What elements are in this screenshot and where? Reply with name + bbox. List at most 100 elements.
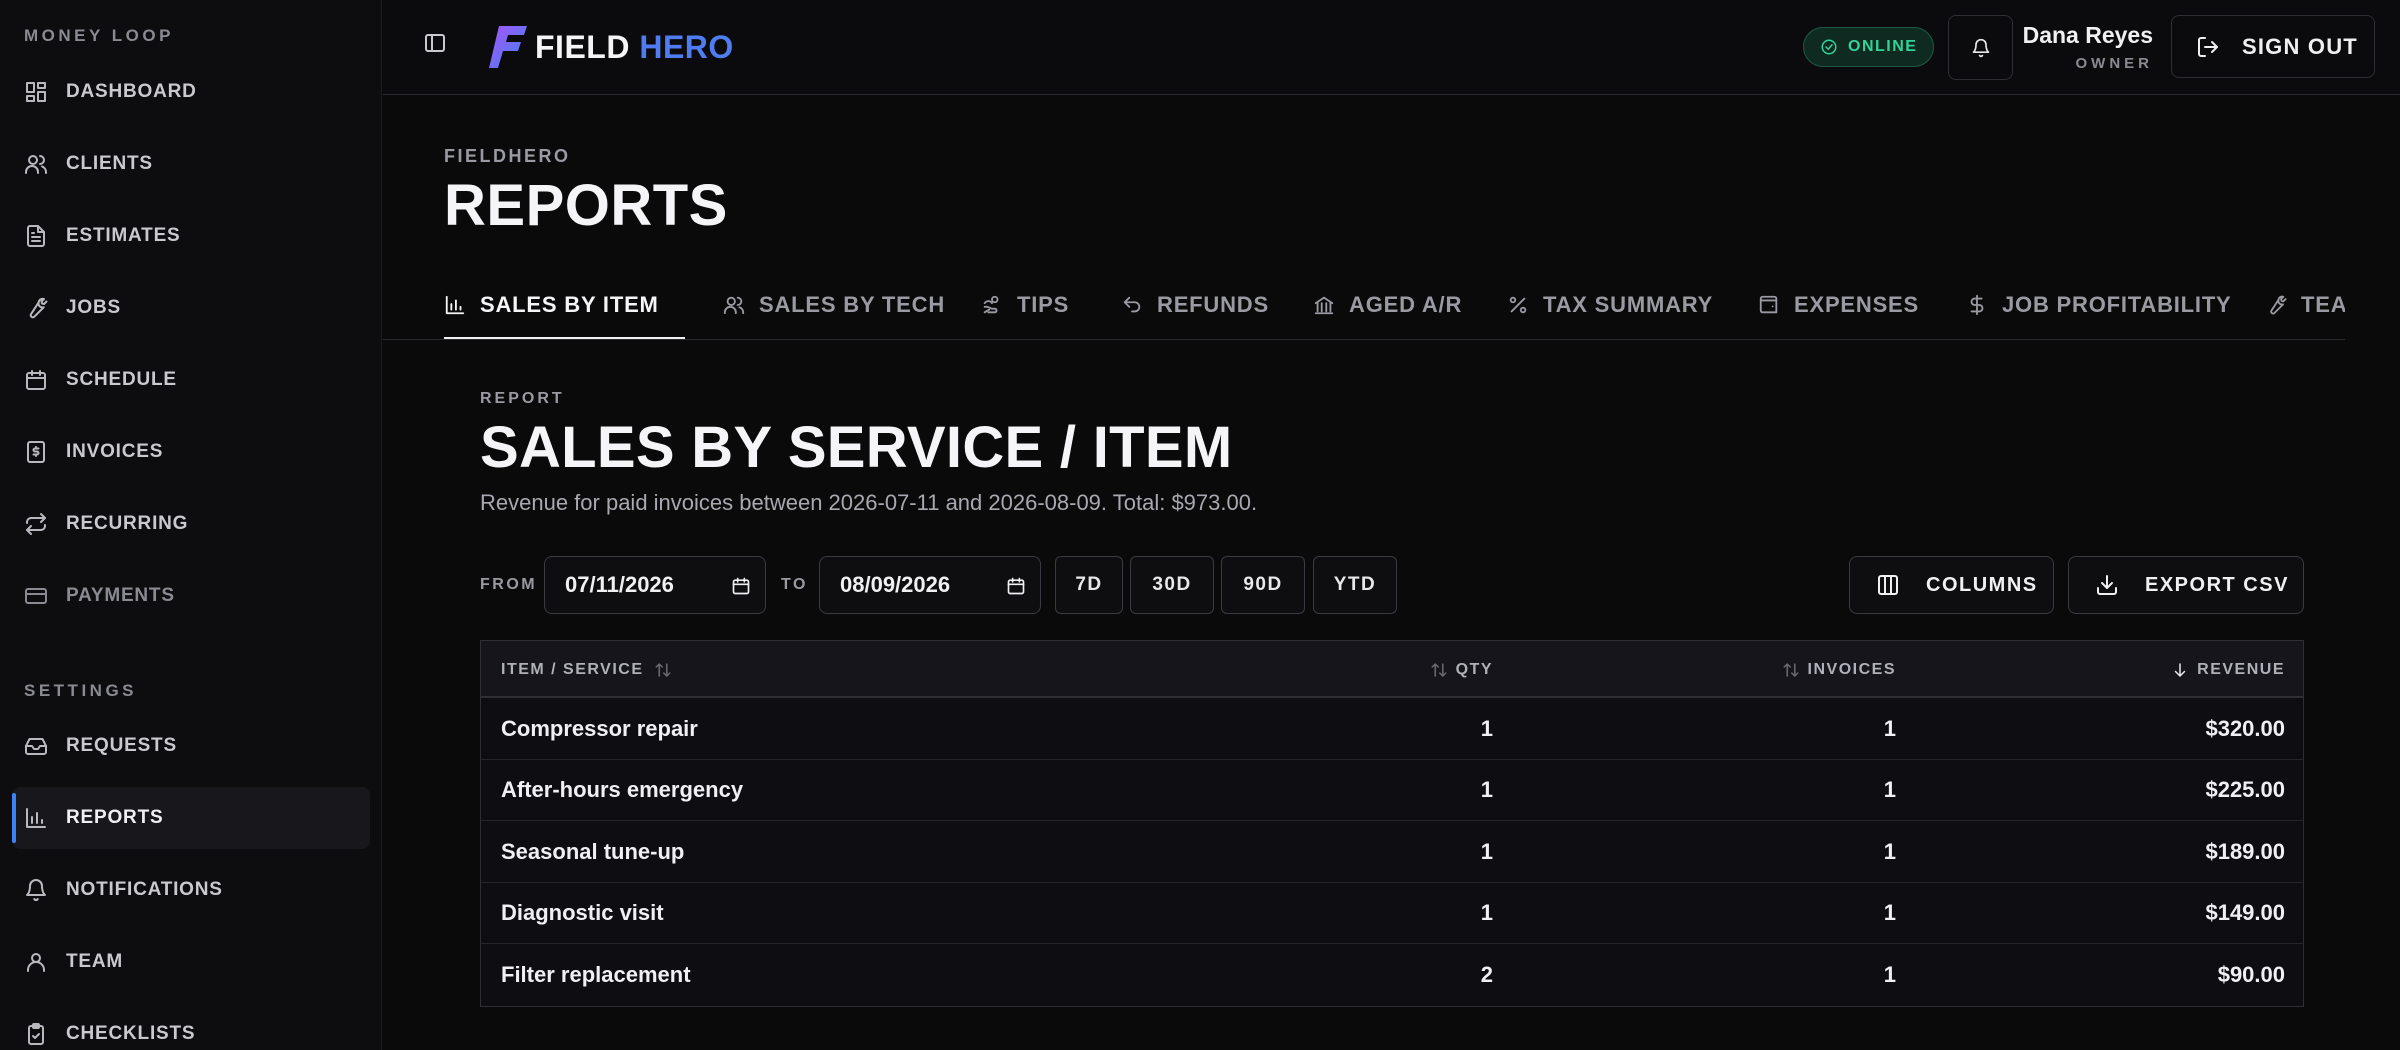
status-label: ONLINE — [1848, 38, 1918, 55]
tab-aged-ar[interactable]: AGED A/R — [1313, 270, 1462, 339]
tab-label: TAX SUMMARY — [1543, 292, 1714, 317]
users-icon — [723, 296, 745, 315]
cell-invoices: 1 — [1883, 777, 1896, 802]
tab-sales-by-item[interactable]: SALES BY ITEM — [444, 270, 685, 339]
report-description: Revenue for paid invoices between 2026-0… — [480, 490, 1258, 515]
to-date-input[interactable]: 08/09/2026 — [819, 556, 1041, 614]
columns-icon — [1878, 575, 1898, 595]
download-icon — [2097, 575, 2117, 595]
tab-label: TIPS — [1017, 292, 1070, 317]
preset-90d-button[interactable]: 90D — [1221, 556, 1305, 614]
dollar-icon — [1970, 294, 1984, 316]
file-icon — [27, 225, 45, 247]
cell-qty: 1 — [1480, 715, 1493, 741]
preset-30d-button[interactable]: 30D — [1130, 556, 1214, 614]
tab-label: SALES BY TECH — [759, 292, 946, 317]
app-logo[interactable]: FIELD HERO — [489, 24, 734, 70]
bar-chart-icon — [445, 295, 465, 315]
table-row[interactable]: Diagnostic visit 1 1 $149.00 — [481, 883, 2303, 944]
sidebar-item-clients[interactable]: CLIENTS — [12, 133, 370, 195]
sidebar-item-label: REPORTS — [66, 807, 164, 828]
sidebar-item-label: DASHBOARD — [66, 81, 197, 102]
sales-table: ITEM / SERVICE QTY INVOICES REVENUE Comp… — [480, 640, 2304, 1007]
tab-label: REFUNDS — [1157, 292, 1269, 317]
sidebar-item-dashboard[interactable]: DASHBOARD — [12, 61, 370, 123]
sidebar-item-schedule[interactable]: SCHEDULE — [12, 349, 370, 411]
tab-label: SALES BY ITEM — [480, 292, 659, 317]
tab-refunds[interactable]: REFUNDS — [1121, 270, 1269, 339]
table-row[interactable]: Filter replacement 2 1 $90.00 — [481, 944, 2303, 1006]
preset-7d-button[interactable]: 7D — [1055, 556, 1123, 614]
cell-revenue: $225.00 — [2205, 777, 2285, 802]
invoice-dollar-icon — [27, 441, 45, 463]
report-tabs: SALES BY ITEM SALES BY TECH TIPS REFUNDS… — [383, 270, 2345, 340]
sidebar-item-requests[interactable]: REQUESTS — [12, 715, 370, 777]
calendar-icon — [732, 577, 750, 595]
sidebar-item-label: ESTIMATES — [66, 225, 181, 246]
tab-tax-summary[interactable]: TAX SUMMARY — [1507, 270, 1714, 339]
cell-qty: 1 — [1480, 838, 1493, 864]
sidebar-item-checklists[interactable]: CHECKLISTS — [12, 1003, 370, 1050]
cell-invoices: 1 — [1883, 838, 1896, 864]
sidebar-item-label: INVOICES — [66, 441, 164, 462]
preset-ytd-button[interactable]: YTD — [1313, 556, 1397, 614]
sidebar-item-estimates[interactable]: ESTIMATES — [12, 205, 370, 267]
bar-chart-icon — [26, 808, 46, 828]
column-header-invoices[interactable]: INVOICES — [1782, 641, 1896, 698]
clipboard-check-icon — [28, 1023, 44, 1045]
column-header-label: REVENUE — [2197, 660, 2285, 678]
from-date-input[interactable]: 07/11/2026 — [544, 556, 766, 614]
cell-qty: 1 — [1480, 777, 1493, 802]
sidebar-item-recurring[interactable]: RECURRING — [12, 493, 370, 555]
cell-qty: 1 — [1480, 900, 1493, 925]
sidebar-item-label: TEAM — [66, 951, 124, 972]
tab-expenses[interactable]: EXPENSES — [1758, 270, 1919, 339]
logo-f-icon — [489, 26, 527, 68]
inbox-icon — [25, 738, 47, 755]
column-header-label: QTY — [1455, 660, 1493, 678]
sort-icon — [1431, 662, 1447, 677]
logo-word-hero: HERO — [639, 28, 734, 65]
wallet-icon — [1759, 295, 1778, 314]
sidebar-item-label: CLIENTS — [66, 153, 153, 174]
column-header-label: ITEM / SERVICE — [501, 660, 644, 678]
bank-icon — [1314, 296, 1334, 315]
sidebar-item-jobs[interactable]: JOBS — [12, 277, 370, 339]
sidebar-item-team[interactable]: TEAM — [12, 931, 370, 993]
column-header-item[interactable]: ITEM / SERVICE — [501, 641, 672, 698]
log-out-icon — [2198, 36, 2218, 57]
to-date-value: 08/09/2026 — [840, 572, 951, 597]
cell-invoices: 1 — [1883, 900, 1896, 925]
sidebar-item-notifications[interactable]: NOTIFICATIONS — [12, 859, 370, 921]
sort-desc-icon — [2174, 662, 2186, 677]
export-csv-button[interactable]: EXPORT CSV — [2068, 556, 2304, 614]
table-row[interactable]: Seasonal tune-up 1 1 $189.00 — [481, 821, 2303, 883]
tab-tips[interactable]: TIPS — [981, 270, 1070, 339]
sidebar-item-label: RECURRING — [66, 513, 189, 534]
column-header-revenue[interactable]: REVENUE — [2171, 641, 2285, 698]
credit-card-icon — [25, 588, 47, 604]
columns-button[interactable]: COLUMNS — [1849, 556, 2054, 614]
tab-sales-by-tech[interactable]: SALES BY TECH — [723, 270, 946, 339]
sign-out-label: SIGN OUT — [2242, 33, 2358, 59]
user-name: Dana Reyes — [2022, 22, 2153, 48]
column-header-qty[interactable]: QTY — [1430, 641, 1493, 698]
cell-revenue: $90.00 — [2217, 961, 2285, 987]
sidebar-toggle-button[interactable] — [423, 31, 447, 55]
sidebar-item-label: JOBS — [66, 297, 121, 318]
tab-team[interactable]: TEA — [2265, 270, 2345, 339]
sort-icon — [655, 662, 671, 677]
sidebar-item-reports[interactable]: REPORTS — [12, 787, 370, 849]
sidebar-item-invoices[interactable]: INVOICES — [12, 421, 370, 483]
sidebar-item-payments[interactable]: PAYMENTS — [12, 565, 370, 627]
wrench-icon — [29, 297, 48, 319]
sort-icon — [1783, 662, 1799, 677]
tab-job-profitability[interactable]: JOB PROFITABILITY — [1966, 270, 2232, 339]
undo-icon — [1123, 296, 1141, 313]
sign-out-button[interactable]: SIGN OUT — [2171, 15, 2375, 78]
sidebar-item-label: CHECKLISTS — [66, 1023, 196, 1044]
to-label: TO — [781, 576, 808, 593]
table-row[interactable]: Compressor repair 1 1 $320.00 — [481, 698, 2303, 760]
cell-item: Diagnostic visit — [501, 900, 664, 925]
table-row[interactable]: After-hours emergency 1 1 $225.00 — [481, 760, 2303, 821]
